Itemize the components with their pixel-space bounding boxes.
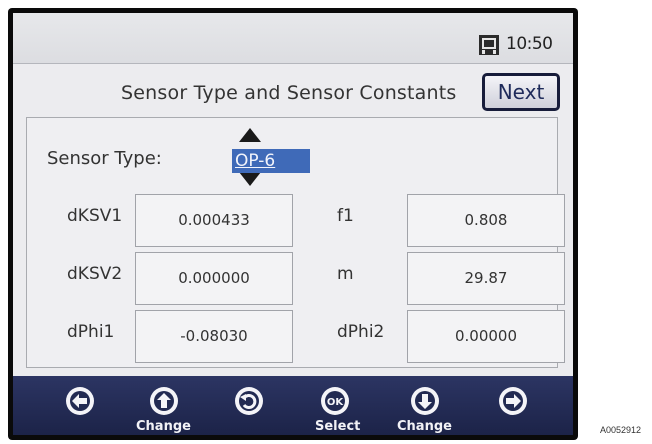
f1-label: f1 bbox=[337, 206, 354, 226]
sensor-constants-panel: Sensor Type: OP-6 dKSV1 0.000433 dKSV2 0… bbox=[26, 117, 565, 368]
select-label: Select bbox=[315, 419, 361, 434]
screen: 10:50 Sensor Type and Sensor Constants N… bbox=[13, 13, 573, 435]
dksv2-label: dKSV2 bbox=[67, 264, 123, 284]
arrow-up-icon bbox=[150, 387, 178, 415]
dphi1-label: dPhi1 bbox=[67, 322, 115, 342]
title-bar: Sensor Type and Sensor Constants Next bbox=[13, 64, 573, 120]
sensor-type-value[interactable]: OP-6 bbox=[232, 149, 310, 173]
back-icon bbox=[235, 387, 263, 415]
arrow-left-icon bbox=[66, 387, 94, 415]
bottom-toolbar: Change OK Select Change bbox=[13, 376, 573, 435]
next-button[interactable]: Next bbox=[482, 73, 560, 111]
device-icon bbox=[479, 35, 499, 55]
arrow-down-icon bbox=[411, 387, 439, 415]
dphi2-field[interactable]: 0.00000 bbox=[407, 310, 565, 363]
m-field[interactable]: 29.87 bbox=[407, 252, 565, 305]
ok-icon: OK bbox=[321, 387, 349, 415]
dksv1-field[interactable]: 0.000433 bbox=[135, 194, 293, 247]
clock: 10:50 bbox=[506, 34, 553, 54]
change-down-label: Change bbox=[397, 419, 452, 434]
figure-id: A0052912 bbox=[600, 425, 642, 435]
m-label: m bbox=[337, 264, 354, 284]
arrow-right-icon bbox=[499, 387, 527, 415]
sensor-type-label: Sensor Type: bbox=[47, 148, 162, 169]
dksv1-label: dKSV1 bbox=[67, 206, 123, 226]
page-title: Sensor Type and Sensor Constants bbox=[121, 82, 457, 104]
dksv2-field[interactable]: 0.000000 bbox=[135, 252, 293, 305]
f1-field[interactable]: 0.808 bbox=[407, 194, 565, 247]
dphi1-field[interactable]: -0.08030 bbox=[135, 310, 293, 363]
change-up-label: Change bbox=[136, 419, 191, 434]
status-bar: 10:50 bbox=[13, 13, 573, 64]
dphi2-label: dPhi2 bbox=[337, 322, 385, 342]
svg-text:OK: OK bbox=[327, 397, 345, 408]
